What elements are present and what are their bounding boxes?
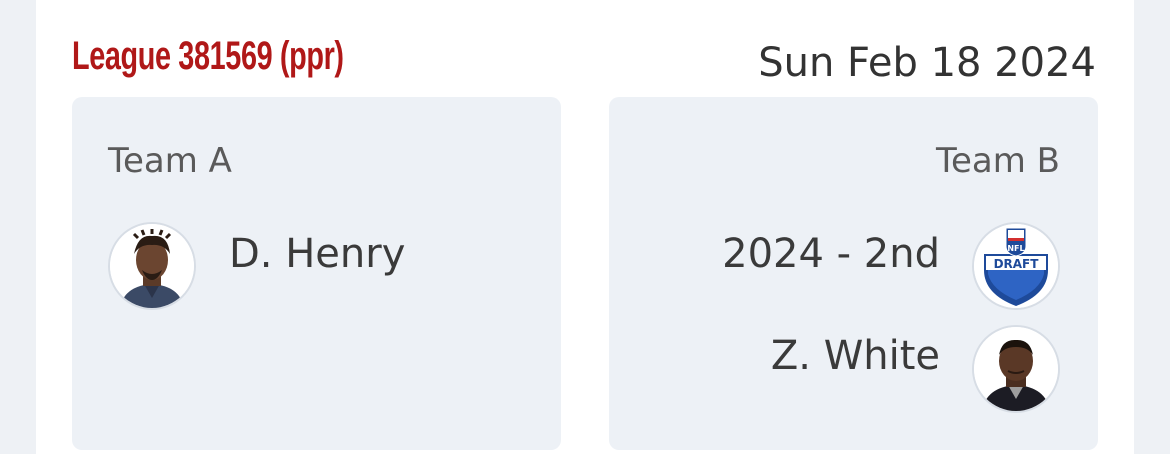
draft-logo-text: DRAFT xyxy=(994,257,1040,271)
league-title[interactable]: League 381569 (ppr) xyxy=(72,34,344,79)
team-a-name: Team A xyxy=(108,141,232,181)
player-name: Z. White xyxy=(770,333,940,379)
team-b-panel: Team B 2024 - 2nd NFL DRAFT Z. White xyxy=(609,97,1098,450)
player-headshot-icon xyxy=(972,325,1060,413)
player-headshot-icon xyxy=(108,222,196,310)
team-b-name: Team B xyxy=(936,141,1060,181)
draft-pick-label: 2024 - 2nd xyxy=(722,231,940,277)
nfl-draft-logo-icon: NFL DRAFT xyxy=(972,222,1060,310)
trade-date: Sun Feb 18 2024 xyxy=(758,40,1096,86)
trade-card: League 381569 (ppr) Sun Feb 18 2024 Team… xyxy=(36,0,1134,454)
team-a-panel: Team A D. Henry xyxy=(72,97,561,450)
player-name: D. Henry xyxy=(229,231,406,277)
svg-text:NFL: NFL xyxy=(1007,244,1024,253)
